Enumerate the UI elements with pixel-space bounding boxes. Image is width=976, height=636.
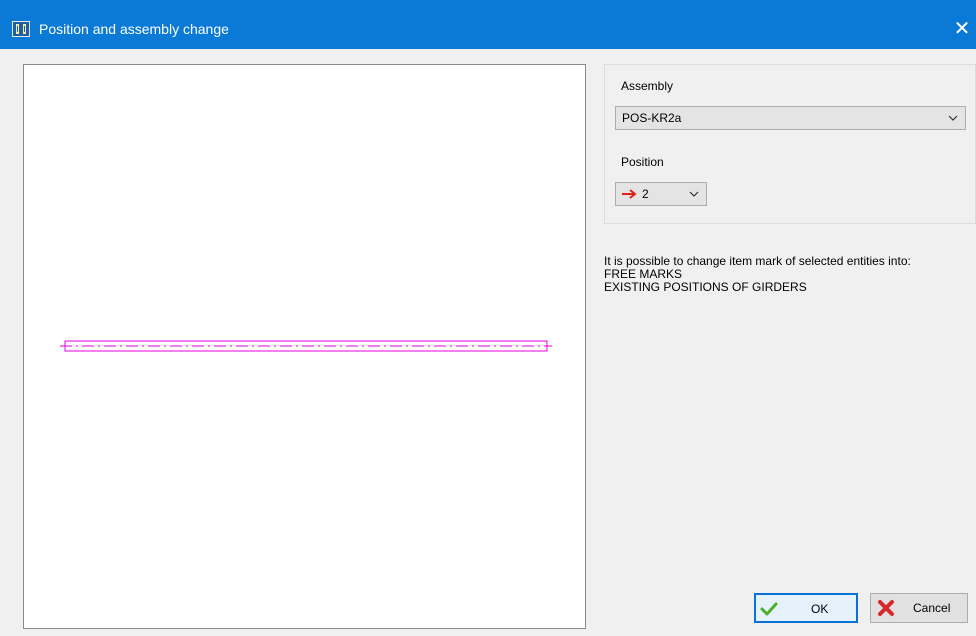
red-x-icon bbox=[878, 600, 894, 616]
dialog-window: Position and assembly change ✕ Assembly … bbox=[0, 0, 976, 636]
assembly-dropdown[interactable]: POS-KR2a bbox=[615, 106, 966, 130]
ok-button-label: OK bbox=[811, 602, 829, 616]
cancel-button[interactable]: Cancel bbox=[870, 593, 968, 623]
preview-drawing bbox=[60, 340, 552, 352]
red-arrow-icon bbox=[622, 189, 637, 199]
chevron-down-icon bbox=[948, 115, 958, 121]
position-selected-value: 2 bbox=[642, 187, 649, 201]
info-line-3: EXISTING POSITIONS OF GIRDERS bbox=[604, 280, 807, 294]
ok-button[interactable]: OK bbox=[754, 593, 858, 623]
window-title: Position and assembly change bbox=[39, 21, 229, 37]
preview-canvas[interactable] bbox=[23, 64, 586, 629]
close-button[interactable]: ✕ bbox=[948, 12, 976, 46]
cancel-button-label: Cancel bbox=[913, 601, 951, 615]
info-text: It is possible to change item mark of se… bbox=[604, 255, 911, 294]
assembly-selected-value: POS-KR2a bbox=[622, 111, 682, 125]
position-dropdown[interactable]: 2 bbox=[615, 182, 707, 206]
girder-app-icon bbox=[12, 21, 30, 37]
position-label: Position bbox=[621, 155, 664, 169]
assembly-position-group: Assembly POS-KR2a Position 2 bbox=[604, 64, 976, 224]
assembly-label: Assembly bbox=[621, 79, 674, 93]
chevron-down-icon bbox=[689, 191, 699, 197]
checkmark-icon bbox=[760, 602, 778, 616]
close-icon: ✕ bbox=[953, 18, 971, 40]
title-bar[interactable]: Position and assembly change ✕ bbox=[0, 0, 976, 49]
